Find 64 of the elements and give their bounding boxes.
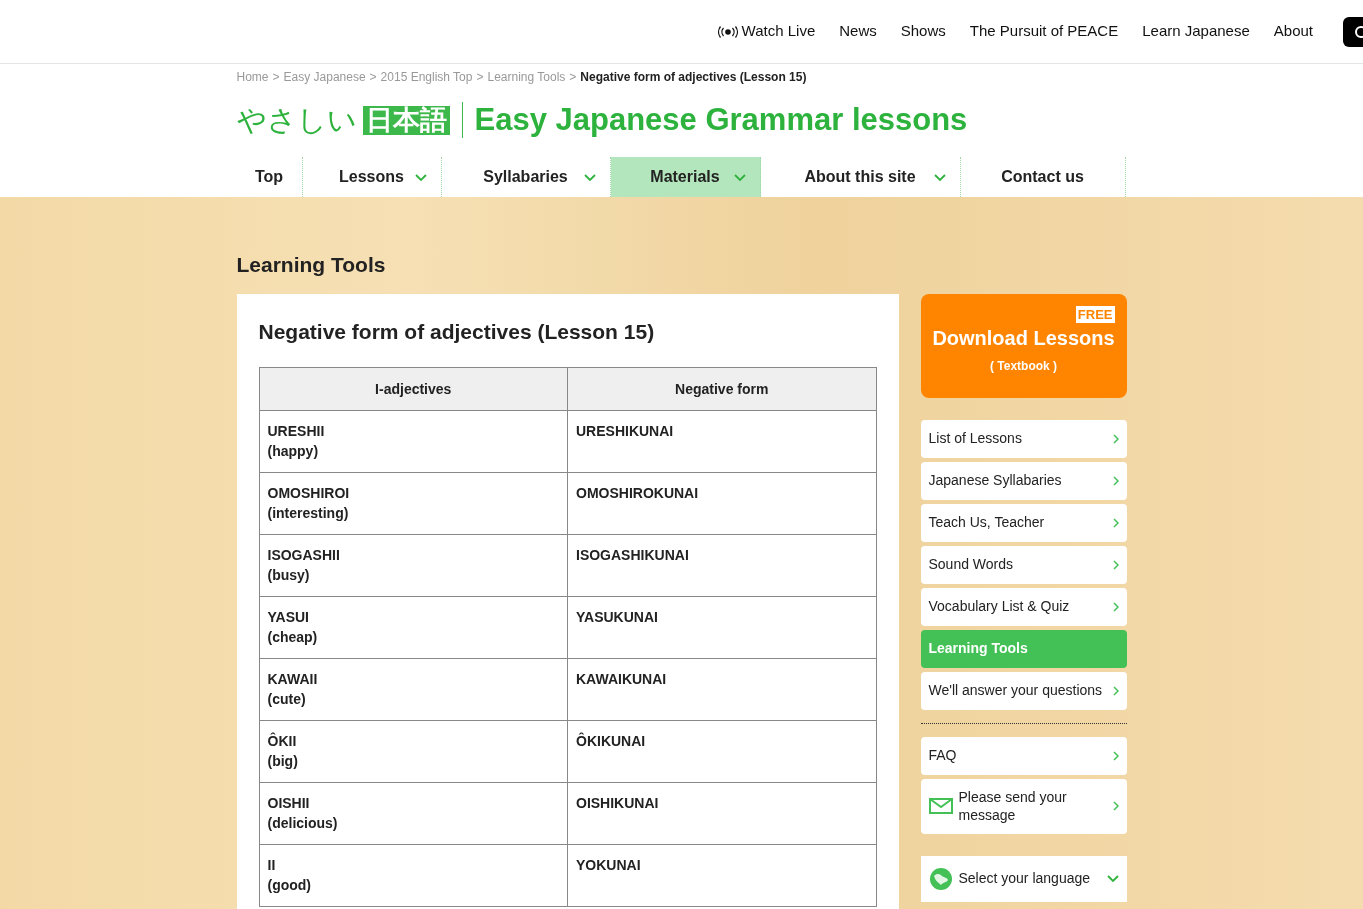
- chevron-right-icon: [1112, 517, 1119, 528]
- logo-kana: やさしい: [236, 105, 357, 135]
- table-cell: KAWAII (cute): [259, 658, 568, 721]
- download-title: Download Lessons: [932, 325, 1115, 351]
- table-cell: URESHIKUNAI: [567, 410, 876, 473]
- broadcast-icon: [717, 25, 738, 38]
- table-header: Negative form: [567, 367, 876, 411]
- language-label: Select your language: [958, 869, 1091, 888]
- breadcrumb-separator: >: [369, 69, 377, 86]
- breadcrumb-separator: >: [476, 69, 484, 86]
- chevron-right-icon: [1112, 475, 1119, 486]
- top-nav-link[interactable]: Shows: [900, 20, 946, 43]
- table-cell: KAWAIKUNAI: [567, 658, 876, 721]
- download-subtitle: ( Textbook ): [989, 357, 1058, 375]
- free-badge: FREE: [1075, 305, 1115, 323]
- chevron-right-icon: [1112, 685, 1119, 696]
- menu-label: Please send your message: [958, 788, 1068, 824]
- top-nav-link[interactable]: About: [1273, 20, 1313, 43]
- chevron-down-icon: [1106, 874, 1119, 883]
- support-menu-item[interactable]: Please send your message: [920, 778, 1127, 834]
- breadcrumb-separator: >: [569, 69, 577, 86]
- chevron-right-icon: [1112, 750, 1119, 761]
- sidebar-menu-item[interactable]: List of Lessons: [920, 419, 1127, 458]
- table-cell: OMOSHIROI (interesting): [259, 472, 568, 535]
- search-icon: [1353, 24, 1363, 39]
- sidebar-menu-item[interactable]: Vocabulary List & Quiz: [920, 587, 1127, 626]
- article-title: Negative form of adjectives (Lesson 15): [258, 318, 656, 345]
- sidebar-menu-item[interactable]: Japanese Syllabaries: [920, 461, 1127, 500]
- table-header: I-adjectives: [259, 367, 568, 411]
- top-nav-link[interactable]: Watch Live: [717, 20, 816, 43]
- chevron-right-icon: [1112, 559, 1119, 570]
- top-nav-link[interactable]: News: [839, 20, 877, 43]
- sidebar-menu-item[interactable]: We'll answer your questions: [920, 671, 1127, 710]
- language-select[interactable]: Select your language: [920, 855, 1127, 902]
- table-cell: OISHIKUNAI: [567, 782, 876, 845]
- envelope-icon: [928, 798, 953, 814]
- current-page-label: Negative form of adjectives (Lesson 15): [580, 69, 807, 86]
- globe-icon: [928, 866, 953, 891]
- search-button[interactable]: [1343, 16, 1363, 47]
- sidebar-menu-item[interactable]: Teach Us, Teacher: [920, 503, 1127, 542]
- site-title: Easy Japanese Grammar lessons: [474, 100, 968, 139]
- chevron-right-icon: [1112, 801, 1119, 811]
- support-menu-item[interactable]: FAQ: [920, 736, 1127, 775]
- table-cell: ISOGASHIKUNAI: [567, 534, 876, 597]
- section-title: Learning Tools: [236, 252, 387, 278]
- menu-label: FAQ: [928, 746, 957, 765]
- table-cell: YOKUNAI: [567, 844, 876, 907]
- main-nav-tab[interactable]: Materials: [610, 157, 761, 197]
- top-nav-link[interactable]: Learn Japanese: [1142, 20, 1250, 43]
- chevron-right-icon: [1112, 433, 1119, 444]
- table-cell: ÔKII (big): [259, 720, 568, 783]
- table-cell: ISOGASHII (busy): [259, 534, 568, 597]
- table-cell: URESHII (happy): [259, 410, 568, 473]
- breadcrumb-separator: >: [272, 69, 280, 86]
- top-nav-link[interactable]: The Pursuit of PEACE: [969, 20, 1119, 43]
- table-cell: OISHII (delicious): [259, 782, 568, 845]
- table-cell: II (good): [259, 844, 568, 907]
- logo-kanji: 日本語: [362, 105, 450, 135]
- table-cell: OMOSHIROKUNAI: [567, 472, 876, 535]
- table-cell: ÔKIKUNAI: [567, 720, 876, 783]
- table-cell: YASUKUNAI: [567, 596, 876, 659]
- table-cell: YASUI (cheap): [259, 596, 568, 659]
- sidebar-menu-item[interactable]: Sound Words: [920, 545, 1127, 584]
- chevron-right-icon: [1112, 601, 1119, 612]
